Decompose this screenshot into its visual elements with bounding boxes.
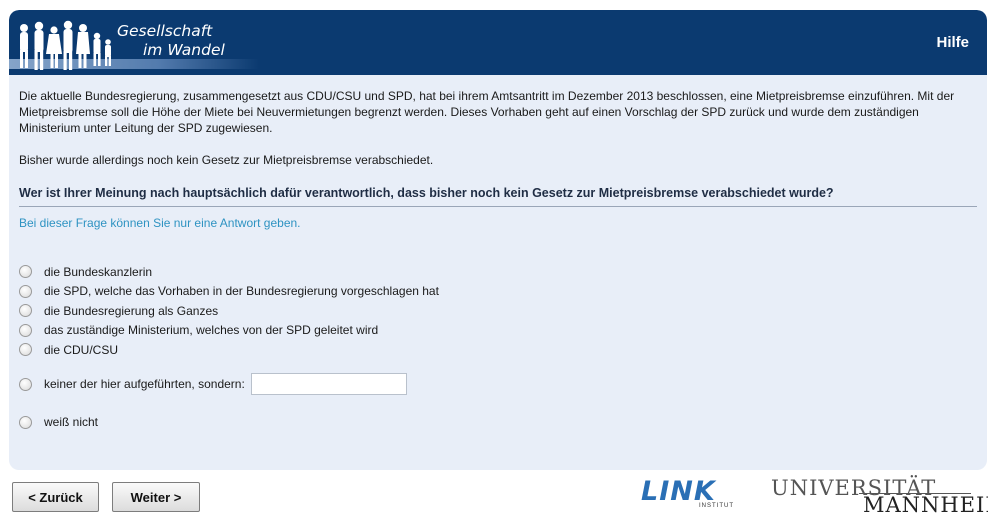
answer-hint: Bei dieser Frage können Sie nur eine Ant… [19,216,301,230]
radio-button[interactable] [19,343,32,357]
uni-logo-line-2: MANNHEIM [863,493,988,517]
radio-button[interactable] [19,323,32,337]
header-bar: Gesellschaft im Wandel Hilfe [9,10,987,75]
question-content: Die aktuelle Bundesregierung, zusammenge… [19,88,977,230]
option-label: die Bundesregierung als Ganzes [44,303,219,318]
other-text-input[interactable] [250,373,407,395]
option-label: die Bundeskanzlerin [44,264,153,279]
option-dont-know[interactable]: weiß nicht [19,415,98,429]
option-other-label: keiner der hier aufgeführten, sondern: [44,377,245,391]
help-link[interactable]: Hilfe [936,34,969,51]
site-logo-text: Gesellschaft im Wandel [117,22,225,60]
survey-panel: Gesellschaft im Wandel Hilfe Die aktuell… [9,10,987,470]
intro-paragraph-2: Bisher wurde allerdings noch kein Gesetz… [19,153,434,167]
option-spd[interactable]: die SPD, welche das Vorhaben in der Bund… [19,282,719,302]
people-silhouettes-icon [20,20,111,70]
option-label: die SPD, welche das Vorhaben in der Bund… [44,284,439,299]
university-mannheim-logo: UNIVERSITÄT MANNHEIM [771,476,988,517]
option-label: die CDU/CSU [44,342,119,357]
intro-paragraph-1: Die aktuelle Bundesregierung, zusammenge… [19,89,955,135]
radio-button[interactable] [19,415,32,429]
question-text: Wer ist Ihrer Meinung nach hauptsächlich… [19,186,977,207]
option-bundesregierung[interactable]: die Bundesregierung als Ganzes [19,301,719,321]
option-label: das zuständige Ministerium, welches von … [44,323,379,338]
radio-button[interactable] [19,304,32,318]
option-dont-know-label: weiß nicht [44,415,99,429]
link-logo-word: LINK [641,476,716,507]
back-button[interactable]: < Zurück [12,482,99,512]
option-bundeskanzlerin[interactable]: die Bundeskanzlerin [19,262,719,282]
radio-button[interactable] [19,284,32,298]
next-button[interactable]: Weiter > [112,482,200,512]
logo-line-1: Gesellschaft [117,22,213,40]
radio-button[interactable] [19,377,32,391]
option-cdu-csu[interactable]: die CDU/CSU [19,340,719,360]
link-institut-logo: LINK INSTITUT [641,478,736,512]
logo-line-2: im Wandel [143,41,225,59]
answer-options: die Bundeskanzlerin die SPD, welche das … [19,262,719,360]
option-ministerium[interactable]: das zuständige Ministerium, welches von … [19,321,719,341]
option-other[interactable]: keiner der hier aufgeführten, sondern: [19,373,407,395]
link-logo-sub: INSTITUT [699,503,734,509]
radio-button[interactable] [19,265,32,279]
